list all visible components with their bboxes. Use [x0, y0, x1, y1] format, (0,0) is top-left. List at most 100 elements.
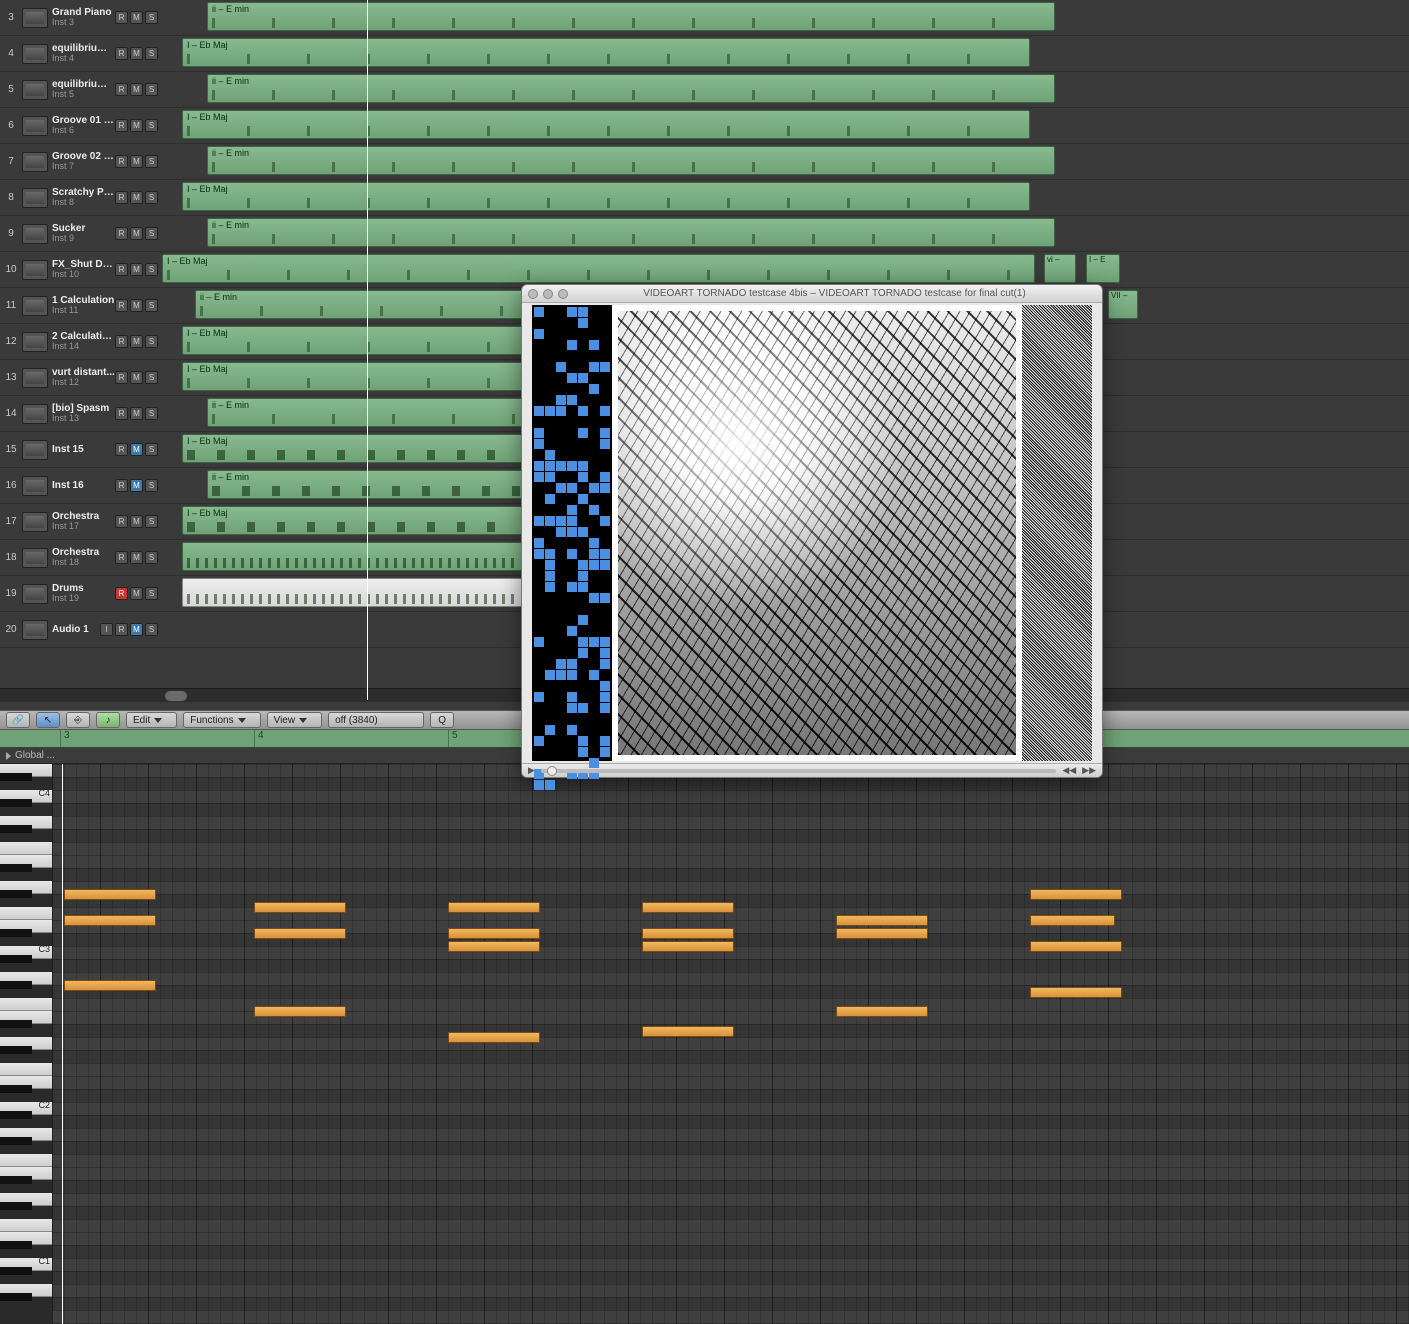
record-enable-button[interactable]: R [115, 83, 128, 96]
video-preview-window[interactable]: VIDEOART TORNADO testcase 4bis – VIDEOAR… [521, 284, 1103, 778]
track-header[interactable]: 5equilibrium ...Inst 5RMS [0, 72, 162, 108]
edit-menu[interactable]: Edit [126, 712, 177, 728]
mute-button[interactable]: M [130, 83, 143, 96]
midi-note[interactable] [448, 902, 540, 913]
solo-button[interactable]: S [145, 227, 158, 240]
midi-region[interactable]: I – Eb Maj [182, 182, 1030, 211]
midi-region[interactable]: vi – [1044, 254, 1076, 283]
step-forward-button[interactable]: ▶▶ [1082, 765, 1096, 776]
solo-button[interactable]: S [145, 515, 158, 528]
midi-region[interactable]: VII – [1108, 290, 1138, 319]
track-icon[interactable] [22, 296, 48, 316]
record-enable-button[interactable]: R [115, 443, 128, 456]
midi-note[interactable] [448, 1032, 540, 1043]
midi-note[interactable] [254, 928, 346, 939]
midi-region[interactable]: I – Eb Maj [182, 38, 1030, 67]
midi-region[interactable] [182, 542, 522, 571]
mute-button[interactable]: M [130, 11, 143, 24]
solo-button[interactable]: S [145, 371, 158, 384]
track-icon[interactable] [22, 512, 48, 532]
solo-button[interactable]: S [145, 155, 158, 168]
track-icon[interactable] [22, 8, 48, 28]
track-header[interactable]: 20Audio 1IRMS [0, 612, 162, 648]
midi-region[interactable]: ii – E min [207, 218, 1055, 247]
track-icon[interactable] [22, 368, 48, 388]
midi-note[interactable] [1030, 987, 1122, 998]
track-header[interactable]: 14[bio] SpasmInst 13RMS [0, 396, 162, 432]
step-back-button[interactable]: ◀◀ [1062, 765, 1076, 776]
scroll-thumb[interactable] [165, 691, 187, 701]
midi-region[interactable]: I – Eb Maj [182, 110, 1030, 139]
track-header[interactable]: 9SuckerInst 9RMS [0, 216, 162, 252]
track-header[interactable]: 19DrumsInst 19RMS [0, 576, 162, 612]
track-icon[interactable] [22, 548, 48, 568]
midi-note[interactable] [254, 902, 346, 913]
mute-button[interactable]: M [130, 551, 143, 564]
midi-region[interactable]: ii – E min [207, 470, 547, 499]
mute-button[interactable]: M [130, 299, 143, 312]
solo-button[interactable]: S [145, 11, 158, 24]
solo-button[interactable]: S [145, 479, 158, 492]
midi-region[interactable]: I – Eb Maj [162, 254, 1035, 283]
record-enable-button[interactable]: R [115, 551, 128, 564]
mute-button[interactable]: M [130, 47, 143, 60]
arrange-lane[interactable]: I – Eb Maj vi – I – E [162, 252, 1409, 288]
record-enable-button[interactable]: R [115, 479, 128, 492]
track-header[interactable]: 10FX_Shut Do...Inst 10RMS [0, 252, 162, 288]
midi-region[interactable]: ii – E min [207, 146, 1055, 175]
track-header[interactable]: 6Groove 01 SFInst 6RMS [0, 108, 162, 144]
scrubber-knob[interactable] [547, 766, 557, 776]
solo-button[interactable]: S [145, 47, 158, 60]
mute-button[interactable]: M [130, 371, 143, 384]
pointer-tool-icon[interactable]: ↖ [36, 712, 60, 728]
solo-button[interactable]: S [145, 335, 158, 348]
record-enable-button[interactable]: R [115, 587, 128, 600]
arrange-lane[interactable]: ii – E min [162, 144, 1409, 180]
midi-note[interactable] [448, 941, 540, 952]
track-icon[interactable] [22, 620, 48, 640]
record-enable-button[interactable]: R [115, 299, 128, 312]
track-icon[interactable] [22, 80, 48, 100]
mute-button[interactable]: M [130, 443, 143, 456]
track-header[interactable]: 7Groove 02 SFInst 7RMS [0, 144, 162, 180]
mute-button[interactable]: M [130, 479, 143, 492]
record-enable-button[interactable]: R [115, 227, 128, 240]
track-header[interactable]: 15Inst 15RMS [0, 432, 162, 468]
midi-region[interactable]: I – E [1086, 254, 1120, 283]
solo-button[interactable]: S [145, 191, 158, 204]
track-icon[interactable] [22, 116, 48, 136]
minimize-icon[interactable] [543, 289, 553, 299]
mute-button[interactable]: M [130, 227, 143, 240]
record-enable-button[interactable]: R [115, 263, 128, 276]
midi-note[interactable] [836, 1006, 928, 1017]
midi-region[interactable]: ii – E min [207, 2, 1055, 31]
track-header[interactable]: 13vurt distant...Inst 12RMS [0, 360, 162, 396]
video-scrubber[interactable] [541, 769, 1056, 773]
midi-note[interactable] [254, 1006, 346, 1017]
mute-button[interactable]: M [130, 407, 143, 420]
close-icon[interactable] [528, 289, 538, 299]
track-header[interactable]: 111 CalculationInst 11RMS [0, 288, 162, 324]
mute-button[interactable]: M [130, 119, 143, 132]
playhead[interactable] [367, 0, 368, 700]
record-enable-button[interactable]: R [115, 47, 128, 60]
solo-button[interactable]: S [145, 587, 158, 600]
midi-note[interactable] [64, 889, 156, 900]
solo-button[interactable]: S [145, 83, 158, 96]
record-enable-button[interactable]: R [115, 155, 128, 168]
record-enable-button[interactable]: R [115, 335, 128, 348]
midi-note[interactable] [64, 915, 156, 926]
arrange-lane[interactable]: ii – E min [162, 216, 1409, 252]
track-header[interactable]: 8Scratchy Pul...Inst 8RMS [0, 180, 162, 216]
piano-roll-grid[interactable] [52, 764, 1409, 1324]
quantize-apply-button[interactable]: Q [430, 712, 454, 728]
track-icon[interactable] [22, 260, 48, 280]
track-header[interactable]: 3Grand PianoInst 3RMS [0, 0, 162, 36]
record-enable-button[interactable]: R [115, 407, 128, 420]
track-icon[interactable] [22, 44, 48, 64]
track-header[interactable]: 122 CalculationsInst 14RMS [0, 324, 162, 360]
arrange-lane[interactable]: I – Eb Maj [162, 180, 1409, 216]
track-icon[interactable] [22, 224, 48, 244]
solo-button[interactable]: S [145, 443, 158, 456]
midi-out-icon[interactable]: ♪ [96, 712, 120, 728]
